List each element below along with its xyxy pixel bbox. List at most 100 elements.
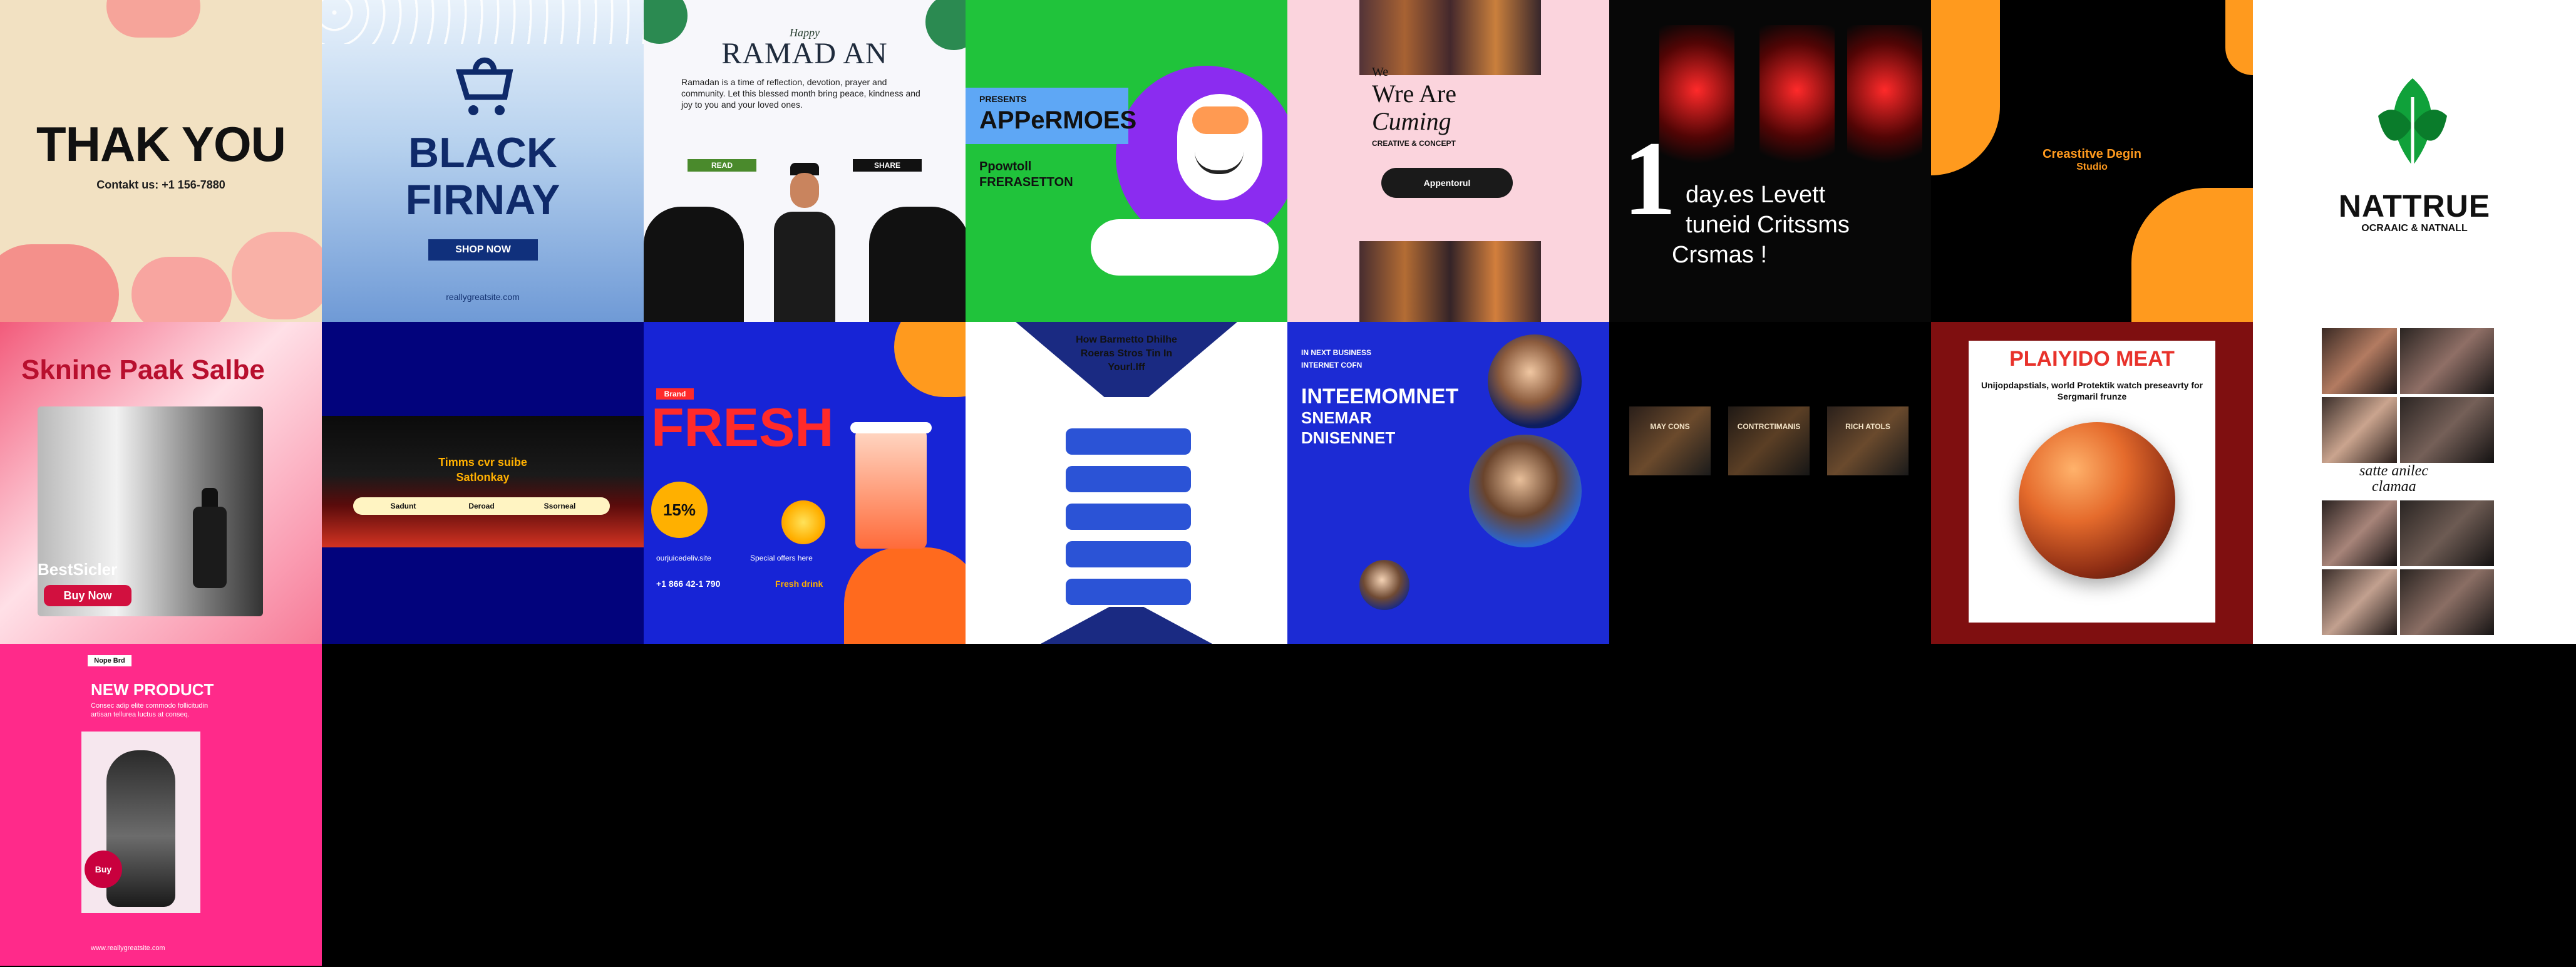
nature-title: NATTRUE bbox=[2338, 189, 2491, 224]
tile-new-product[interactable]: Nope Brd NEW PRODUCT Consec adip elite c… bbox=[0, 644, 322, 966]
unicorn-mascot-icon bbox=[1166, 69, 1272, 207]
praying-man-figure bbox=[768, 157, 842, 322]
orange-blob-bottom bbox=[844, 547, 966, 644]
column-title-3: RICH ATOLS bbox=[1845, 422, 1890, 431]
juice-glass-icon bbox=[844, 422, 938, 554]
column-photo-1 bbox=[1629, 406, 1711, 475]
fresh-cta[interactable]: Fresh drink bbox=[775, 579, 823, 589]
step-card-2 bbox=[1066, 466, 1191, 492]
tile-skincare-sale[interactable]: Sknine Paak Salbe BestSicler Buy Now bbox=[0, 322, 322, 644]
speaker-photo-middle bbox=[1469, 435, 1582, 547]
mosque-silhouette-right bbox=[869, 207, 966, 322]
skincare-title: Sknine Paak Salbe bbox=[21, 354, 265, 385]
column-photo-3 bbox=[1827, 406, 1909, 475]
meat-title: PLAIYIDO MEAT bbox=[2009, 347, 2175, 371]
column-title-1: MAY CONS bbox=[1650, 422, 1690, 431]
speaker-photo-top bbox=[1488, 334, 1582, 428]
bottom-cloud-decoration-2 bbox=[131, 257, 232, 322]
orange-shape-top-right bbox=[2225, 0, 2253, 75]
infographic-title-1: How Barmetto Dhilhe bbox=[1076, 334, 1177, 345]
seminar-kicker: IN NEXT BUSINESS bbox=[1301, 348, 1372, 357]
tile-app-promo[interactable]: PRESENTS APPeRMOES Ppowtoll FRERASETTON bbox=[966, 0, 1287, 322]
event-title-2: Satlonkay bbox=[456, 471, 510, 484]
template-grid: THAK YOU Contakt us: +1 156-7880 BLACK F… bbox=[0, 0, 2576, 967]
step-card-4 bbox=[1066, 541, 1191, 567]
event-chip-1[interactable]: Sadunt bbox=[366, 500, 441, 512]
thank-you-title: THAK YOU bbox=[36, 116, 286, 172]
collage-photo-4 bbox=[2400, 397, 2494, 463]
navy-chevron-top bbox=[1016, 322, 1237, 397]
buy-now-button[interactable]: Buy Now bbox=[44, 585, 131, 606]
step-card-5 bbox=[1066, 579, 1191, 605]
tile-playdough-meat[interactable]: PLAIYIDO MEAT Unijopdapstials, world Pro… bbox=[1931, 322, 2253, 644]
bestseller-label: BestSicler bbox=[38, 560, 118, 579]
meat-ball-image bbox=[2019, 422, 2175, 579]
tile-internet-seminar[interactable]: IN NEXT BUSINESS INTERNET COFN INTEEMOMN… bbox=[1287, 322, 1609, 644]
tile-fresh-juice[interactable]: Brand FRESH 15% ourjuicedeliv.site Speci… bbox=[644, 322, 966, 644]
countdown-number: 1 bbox=[1623, 120, 1676, 237]
city-photo-bottom bbox=[1359, 241, 1541, 322]
discount-badge[interactable]: 15% bbox=[651, 482, 708, 538]
leaf-logo-icon bbox=[2366, 72, 2460, 178]
seminar-subkicker: INTERNET COFN bbox=[1301, 361, 1363, 370]
new-product-desc: Consec adip elite commodo follicitudin a… bbox=[91, 702, 209, 718]
event-chip-3[interactable]: Ssorneal bbox=[522, 500, 597, 512]
red-light-right bbox=[1847, 25, 1922, 188]
share-button[interactable]: SHARE bbox=[853, 159, 922, 172]
tile-christmas-countdown[interactable]: 1 day.es Levett tuneid Critssms Crsmas ! bbox=[1609, 0, 1931, 322]
column-photo-2 bbox=[1728, 406, 1810, 475]
tile-three-columns[interactable]: MAY CONS CONTRCTIMANIS RICH ATOLS bbox=[1609, 322, 1931, 644]
bottom-cloud-decoration-3 bbox=[232, 232, 322, 319]
tile-ramadan[interactable]: Happy RAMAD AN Ramadan is a time of refl… bbox=[644, 0, 966, 322]
tile-coming-soon[interactable]: We Wre Are Cuming CREATIVE & CONCEPT App… bbox=[1287, 0, 1609, 322]
shop-now-button[interactable]: SHOP NOW bbox=[428, 239, 538, 261]
collage-photo-2 bbox=[2400, 328, 2494, 394]
serum-bottle-icon bbox=[188, 488, 232, 588]
snowflake-pattern bbox=[322, 0, 644, 44]
event-chip-2[interactable]: Deroad bbox=[444, 500, 519, 512]
tile-photo-collage[interactable]: satte anilec clamaa bbox=[2253, 322, 2576, 644]
tile-infographic[interactable]: How Barmetto Dhilhe Roeras Stros Tin In … bbox=[966, 322, 1287, 644]
contact-line: Contakt us: +1 156-7880 bbox=[96, 178, 225, 191]
speaker-photo-bottom bbox=[1359, 560, 1409, 610]
presents-kicker: PRESENTS bbox=[979, 94, 1027, 104]
studio-title-2: Studio bbox=[2076, 162, 2108, 172]
christmas-line-3: Crsmas ! bbox=[1672, 242, 1767, 268]
site-url: reallygreatsite.com bbox=[446, 292, 520, 302]
infographic-title-2: Roeras Stros Tin In bbox=[1080, 348, 1173, 359]
red-light-center bbox=[1759, 25, 1835, 188]
bottom-cloud-decoration-1 bbox=[0, 244, 119, 322]
cloud-base bbox=[1091, 219, 1279, 276]
tile-dark-event[interactable]: Timms cvr suibe Satlonkay Sadunt Deroad … bbox=[322, 322, 644, 644]
collage-photo-1 bbox=[2322, 328, 2397, 394]
fresh-title: FRESH bbox=[651, 398, 834, 458]
infographic-title-3: Yourl.Iff bbox=[1108, 362, 1145, 373]
city-photo-top bbox=[1359, 0, 1541, 75]
top-cloud-decoration bbox=[106, 0, 200, 38]
appointment-button[interactable]: Appentorul bbox=[1381, 168, 1513, 198]
tile-nature-logo[interactable]: NATTRUE OCRAAIC & NATNALL bbox=[2253, 0, 2576, 322]
read-button[interactable]: READ bbox=[688, 159, 756, 172]
ramadan-paragraph: Ramadan is a time of reflection, devotio… bbox=[681, 77, 920, 110]
app-subtitle-1: Ppowtoll bbox=[979, 160, 1032, 173]
tile-thank-you[interactable]: THAK YOU Contakt us: +1 156-7880 bbox=[0, 0, 322, 322]
coming-line-2: Cuming bbox=[1372, 107, 1451, 135]
phone-number: +1 866 42-1 790 bbox=[656, 579, 721, 589]
navy-chevron-bottom bbox=[1041, 607, 1212, 644]
studio-title-1: Creastitve Degin bbox=[2043, 147, 2141, 161]
new-product-title: NEW PRODUCT bbox=[91, 680, 214, 699]
orange-slice-icon bbox=[781, 500, 825, 544]
event-title-1: Timms cvr suibe bbox=[438, 456, 527, 468]
tile-black-friday[interactable]: BLACK FIRNAY SHOP NOW reallygreatsite.co… bbox=[322, 0, 644, 322]
app-title: APPeRMOES bbox=[979, 106, 1137, 134]
tile-creative-studio[interactable]: Creastitve Degin Studio bbox=[1931, 0, 2253, 322]
orange-shape-bottom bbox=[2131, 188, 2253, 322]
shopping-cart-icon bbox=[447, 50, 522, 125]
buy-badge[interactable]: Buy bbox=[85, 851, 122, 888]
collage-photo-7 bbox=[2322, 569, 2397, 635]
step-card-1 bbox=[1066, 428, 1191, 455]
collage-script-2: clamaa bbox=[2372, 478, 2416, 495]
ramadan-title: RAMAD AN bbox=[721, 37, 888, 70]
mosque-silhouette-left bbox=[644, 207, 744, 322]
collage-script-1: satte anilec bbox=[2359, 463, 2428, 479]
